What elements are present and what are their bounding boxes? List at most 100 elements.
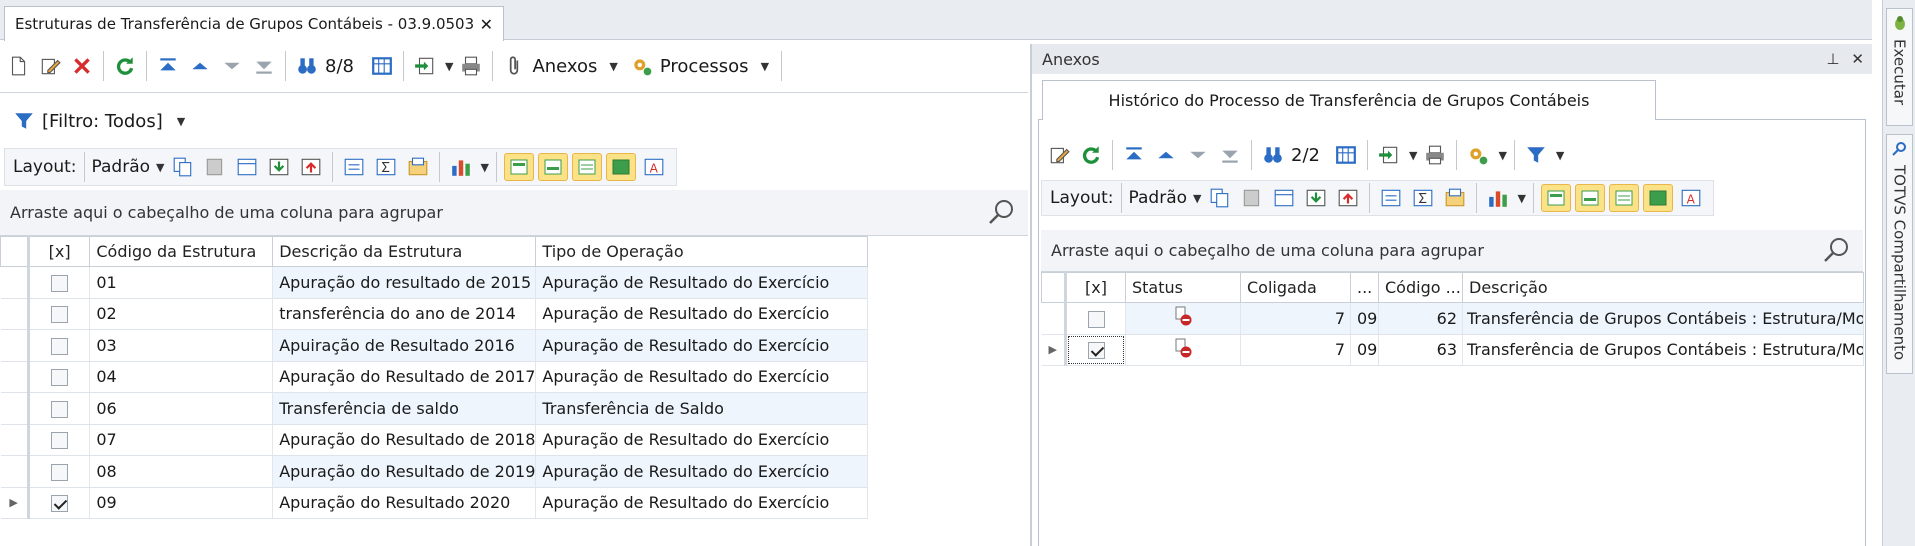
copy-layout-icon[interactable] (169, 153, 197, 181)
next-record-icon[interactable] (1184, 141, 1212, 169)
chart-icon[interactable] (447, 153, 475, 181)
sigma-icon[interactable] (372, 153, 400, 181)
document-tab[interactable]: Estruturas de Transferência de Grupos Co… (4, 6, 504, 41)
column-header-status[interactable]: Status (1125, 272, 1241, 303)
layout-style-2-icon[interactable] (537, 153, 568, 181)
row-indicator[interactable] (0, 424, 30, 456)
row-indicator[interactable]: ▶ (0, 487, 30, 519)
processos-button[interactable]: Processos (660, 56, 749, 77)
gears-icon[interactable] (628, 52, 656, 80)
column-header-descricao[interactable]: Descrição da Estrutura (272, 236, 537, 267)
tab-historico[interactable]: Histórico do Processo de Transferência d… (1042, 80, 1656, 120)
cell-codigo[interactable]: 06 (89, 392, 274, 425)
last-record-icon[interactable] (250, 52, 278, 80)
layout-style-2-icon[interactable] (1574, 184, 1605, 212)
next-record-icon[interactable] (218, 52, 246, 80)
row-checkbox[interactable] (51, 337, 69, 355)
row-checkbox[interactable] (1087, 342, 1105, 360)
cell-tipo[interactable]: Apuração de Resultado do Exercício (535, 298, 868, 330)
cell-coligada[interactable]: 7 (1240, 302, 1351, 335)
copy-layout-icon[interactable] (1206, 184, 1234, 212)
cell-codigo[interactable]: 04 (89, 361, 274, 393)
previous-record-icon[interactable] (186, 52, 214, 80)
cell-codigo[interactable]: 03 (89, 329, 274, 362)
list-view-icon[interactable] (1377, 184, 1405, 212)
download-layout-icon[interactable] (265, 153, 293, 181)
column-header-select[interactable]: [x] (27, 236, 91, 267)
row-checkbox[interactable] (1087, 310, 1105, 328)
chevron-down-icon[interactable]: ▼ (1409, 149, 1417, 162)
cell-descricao[interactable]: Apuração do Resultado de 2017 (272, 361, 537, 393)
row-checkbox-cell[interactable] (1065, 334, 1126, 366)
cell-descricao[interactable]: Transferência de Grupos Contábeis : Estr… (1462, 302, 1864, 335)
row-checkbox-cell[interactable] (28, 361, 91, 393)
search-icon[interactable] (988, 198, 1016, 230)
chevron-down-icon[interactable]: ▼ (177, 115, 185, 128)
table-row[interactable]: ▶ 09 Apuração do Resultado 2020 Apuração de… (0, 487, 868, 519)
column-header-descricao[interactable]: Descrição (1462, 272, 1864, 303)
row-checkbox[interactable] (51, 369, 69, 387)
column-header-codigo[interactable]: Código da Estrutura (89, 236, 274, 267)
layout-style-1-icon[interactable] (503, 153, 534, 181)
sigma-icon[interactable] (1409, 184, 1437, 212)
chevron-down-icon[interactable]: ▼ (609, 60, 617, 73)
list-view-icon[interactable] (340, 153, 368, 181)
edit-record-icon[interactable] (1045, 141, 1073, 169)
totvs-compartilhamento-tab[interactable]: TOTVS Compartilhamento (1886, 134, 1913, 374)
form-layout-icon[interactable] (404, 153, 432, 181)
disabled-layout-icon[interactable] (1238, 184, 1266, 212)
cell-codigo[interactable]: 02 (89, 298, 274, 330)
row-checkbox-cell[interactable] (1065, 302, 1126, 335)
disabled-layout-icon[interactable] (201, 153, 229, 181)
previous-record-icon[interactable] (1152, 141, 1180, 169)
row-indicator[interactable] (0, 266, 30, 299)
export-icon[interactable] (411, 52, 439, 80)
layout-style-3-icon[interactable] (571, 153, 602, 181)
row-checkbox-cell[interactable] (28, 392, 91, 425)
first-record-icon[interactable] (154, 52, 182, 80)
gears-icon[interactable] (1464, 141, 1492, 169)
table-row[interactable]: ▶ 7 09 63 Transferência de Grupos Contábeis … (1041, 334, 1864, 366)
layout-style-3-icon[interactable] (1608, 184, 1639, 212)
row-indicator[interactable]: ▶ (1041, 334, 1067, 366)
refresh-icon[interactable] (1077, 141, 1105, 169)
layout-preset-dropdown[interactable]: Padrão (92, 157, 151, 177)
layout-style-1-icon[interactable] (1540, 184, 1571, 212)
paperclip-icon[interactable] (500, 52, 528, 80)
filter-label[interactable]: [Filtro: Todos] (42, 111, 163, 132)
row-checkbox[interactable] (51, 306, 69, 324)
layout-preset-dropdown[interactable]: Padrão (1129, 188, 1188, 208)
layout-style-4-icon[interactable] (605, 153, 636, 181)
grid-view-icon[interactable] (1332, 141, 1360, 169)
cell-coligada[interactable]: 7 (1240, 334, 1351, 366)
cell-descricao[interactable]: transferência do ano de 2014 (272, 298, 537, 330)
column-header-coligada[interactable]: Coligada (1240, 272, 1351, 303)
cell-extra[interactable]: 09 (1350, 302, 1379, 335)
cell-extra[interactable]: 09 (1350, 334, 1379, 366)
form-layout-icon[interactable] (1441, 184, 1469, 212)
cell-codigo[interactable]: 09 (89, 487, 274, 519)
cell-tipo[interactable]: Apuração de Resultado do Exercício (535, 361, 868, 393)
filter-icon[interactable] (1522, 141, 1550, 169)
first-record-icon[interactable] (1120, 141, 1148, 169)
table-row[interactable]: 7 09 62 Transferência de Grupos Contábeis :… (1041, 302, 1864, 335)
row-indicator[interactable] (0, 298, 30, 330)
table-row[interactable]: 08 Apuração do Resultado de 2019 Apuração … (0, 455, 868, 488)
column-header-select[interactable]: [x] (1065, 272, 1126, 303)
download-layout-icon[interactable] (1302, 184, 1330, 212)
row-indicator[interactable] (0, 392, 30, 425)
row-checkbox-cell[interactable] (28, 266, 91, 299)
row-checkbox[interactable] (51, 274, 69, 292)
cell-descricao[interactable]: Apuração do Resultado 2020 (272, 487, 537, 519)
print-icon[interactable] (457, 52, 485, 80)
cell-tipo[interactable]: Apuração de Resultado do Exercício (535, 455, 868, 488)
row-indicator[interactable] (0, 455, 30, 488)
cell-codigo[interactable]: 62 (1378, 302, 1463, 335)
refresh-icon[interactable] (111, 52, 139, 80)
filter-icon[interactable] (10, 107, 38, 135)
layout-style-4-icon[interactable] (1642, 184, 1673, 212)
chevron-down-icon[interactable]: ▼ (445, 60, 453, 73)
columns-icon[interactable] (233, 153, 261, 181)
search-icon[interactable] (1823, 236, 1851, 268)
table-row[interactable]: 01 Apuração do resultado de 2015 Apuração … (0, 266, 868, 299)
